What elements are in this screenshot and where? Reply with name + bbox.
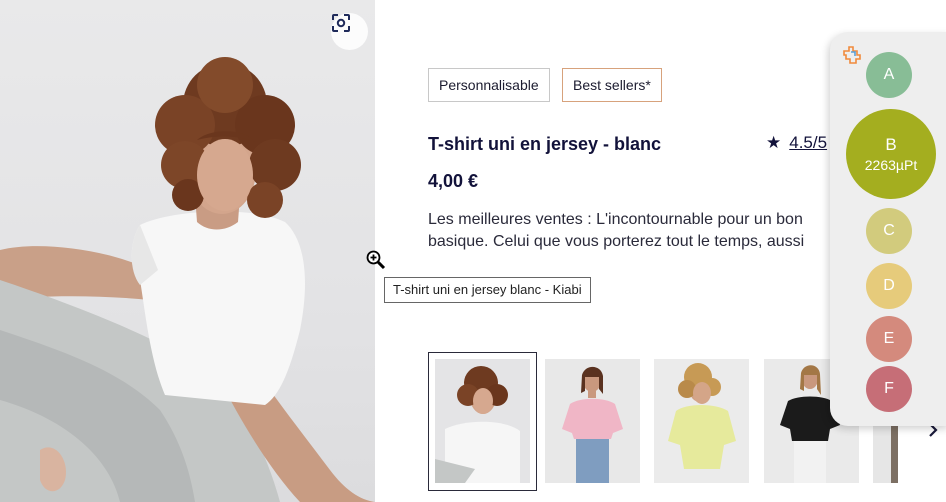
grade-c-badge[interactable]: C xyxy=(866,208,912,254)
thumbnail-image xyxy=(435,359,530,483)
product-main-image[interactable] xyxy=(0,0,375,502)
product-rating[interactable]: ★ 4.5/5 xyxy=(766,133,827,153)
thumbnail-image xyxy=(545,359,640,483)
grade-letter: E xyxy=(883,330,895,347)
thumbnail-image xyxy=(654,359,749,483)
puzzle-icon[interactable] xyxy=(842,45,862,65)
model-photo xyxy=(0,57,375,502)
grade-d-badge[interactable]: D xyxy=(866,263,912,309)
scan-icon xyxy=(332,14,350,32)
thumbnail-3[interactable] xyxy=(654,359,749,483)
product-title: T-shirt uni en jersey - blanc xyxy=(428,134,662,154)
grade-a-badge[interactable]: A xyxy=(866,52,912,98)
grade-letter: F xyxy=(884,380,894,397)
image-tooltip: T-shirt uni en jersey blanc - Kiabi xyxy=(384,277,591,303)
grade-f-badge[interactable]: F xyxy=(866,366,912,412)
grade-letter: A xyxy=(883,66,895,83)
star-icon: ★ xyxy=(766,133,782,152)
scan-button[interactable] xyxy=(331,13,368,50)
grade-letter: D xyxy=(883,277,895,294)
tag-best-sellers[interactable]: Best sellers* xyxy=(562,68,662,102)
zoom-in-cursor-icon xyxy=(366,250,386,270)
rating-value[interactable]: 4.5/5 xyxy=(789,133,827,153)
grade-points: 2263µPt xyxy=(864,157,918,173)
grade-letter: C xyxy=(883,222,895,239)
grade-e-badge[interactable]: E xyxy=(866,316,912,362)
grade-letter: B xyxy=(885,135,897,154)
thumbnail-1[interactable] xyxy=(435,359,530,483)
tag-personnalisable[interactable]: Personnalisable xyxy=(428,68,550,102)
product-description: Les meilleures ventes : L'incontournable… xyxy=(428,211,805,250)
product-price: 4,00 € xyxy=(428,171,479,191)
grade-b-badge-active[interactable]: B 2263µPt xyxy=(846,109,936,199)
thumbnail-2[interactable] xyxy=(545,359,640,483)
